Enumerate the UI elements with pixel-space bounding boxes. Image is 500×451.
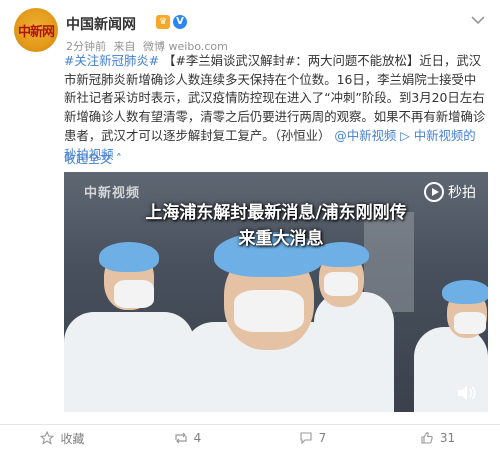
repost-icon xyxy=(175,432,187,444)
thumbs-up-icon xyxy=(421,431,433,444)
verified-badge-icon: V xyxy=(173,15,187,29)
repost-count: 4 xyxy=(193,431,202,445)
mention-link[interactable]: @中新视频 xyxy=(334,128,396,143)
star-icon xyxy=(40,431,55,445)
like-count: 31 xyxy=(439,431,456,445)
chevron-down-icon[interactable] xyxy=(470,14,486,26)
miaopai-label: 秒拍 xyxy=(448,185,476,201)
badge-group: ♛ V xyxy=(156,15,187,29)
headline-text[interactable]: 【#李兰娟谈武汉解封#：两大问题不能放松】 xyxy=(163,53,419,68)
account-name[interactable]: 中国新闻网 xyxy=(66,14,136,34)
topic-link[interactable]: #关注新冠肺炎# xyxy=(64,53,159,68)
volume-icon[interactable] xyxy=(456,384,478,402)
video-watermark: 中新视频 xyxy=(84,186,141,201)
vip-badge-icon: ♛ xyxy=(156,15,170,29)
comment-icon xyxy=(300,432,312,445)
post-text: #关注新冠肺炎# 【#李兰娟谈武汉解封#：两大问题不能放松】近日，武汉市新冠肺炎… xyxy=(64,52,486,164)
action-bar: 收藏 4 7 31 xyxy=(0,424,500,451)
play-circle-icon xyxy=(424,182,444,202)
headline: 【#李兰娟谈武汉解封#：两大问题不能放松】 xyxy=(163,53,419,68)
video-player[interactable]: 中新视频 秒拍 上海浦东解封最新消息/浦东刚刚传 来重大消息 xyxy=(64,172,488,412)
repost-button[interactable]: 4 xyxy=(125,425,250,451)
comment-count: 7 xyxy=(318,431,327,445)
video-title-line1: 上海浦东解封最新消息/浦东刚刚传 xyxy=(145,203,407,223)
chevron-up-icon: ˄ xyxy=(115,152,122,166)
collapse-button[interactable]: 收起全文 ˄ xyxy=(64,150,122,167)
collapse-label[interactable]: 收起全文 xyxy=(64,152,112,166)
video-link-icon: ▷ xyxy=(400,127,410,143)
video-title-line2: 来重大消息 xyxy=(238,229,324,249)
like-button[interactable]: 31 xyxy=(375,425,500,451)
favorite-button[interactable]: 收藏 xyxy=(0,425,125,451)
avatar-logo-text: 中新网 xyxy=(17,24,55,40)
favorite-label: 收藏 xyxy=(60,431,85,446)
miaopai-logo: 秒拍 xyxy=(424,182,476,202)
comment-button[interactable]: 7 xyxy=(250,425,375,451)
avatar[interactable]: 中新网 xyxy=(14,8,58,52)
